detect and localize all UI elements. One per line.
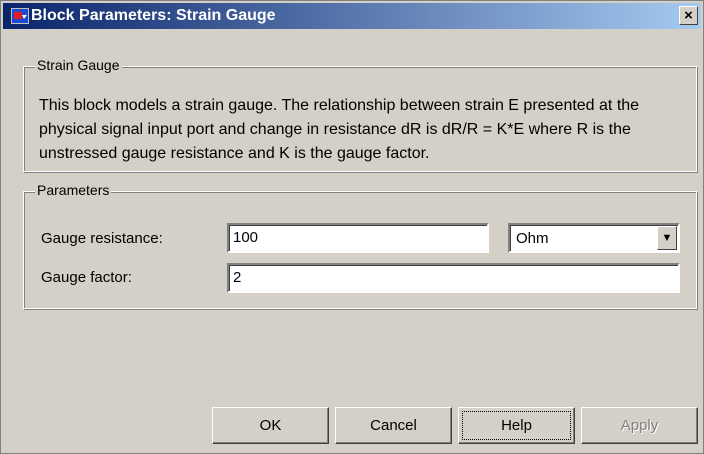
gauge-resistance-unit-select[interactable]: Ohm ▼ <box>508 223 680 253</box>
chevron-down-icon[interactable]: ▼ <box>657 226 677 250</box>
cancel-button[interactable]: Cancel <box>335 407 452 444</box>
title-bar[interactable]: Block Parameters: Strain Gauge × <box>3 3 701 29</box>
close-icon: × <box>684 7 693 24</box>
help-button[interactable]: Help <box>458 407 575 444</box>
ok-button[interactable]: OK <box>212 407 329 444</box>
block-parameters-dialog: Block Parameters: Strain Gauge × Strain … <box>0 0 704 454</box>
unit-select-value: Ohm <box>516 230 549 247</box>
parameters-group-label: Parameters <box>35 182 112 198</box>
block-description: This block models a strain gauge. The re… <box>39 97 640 162</box>
gauge-resistance-input[interactable]: 100 <box>227 223 489 253</box>
gauge-factor-input[interactable]: 2 <box>227 263 680 293</box>
window-title: Block Parameters: Strain Gauge <box>31 7 276 24</box>
gauge-factor-label: Gauge factor: <box>41 269 132 286</box>
apply-button[interactable]: Apply <box>581 407 698 444</box>
close-button[interactable]: × <box>679 6 698 25</box>
simulink-block-icon <box>11 8 29 24</box>
gauge-resistance-label: Gauge resistance: <box>41 230 163 247</box>
description-group-label: Strain Gauge <box>35 57 122 73</box>
